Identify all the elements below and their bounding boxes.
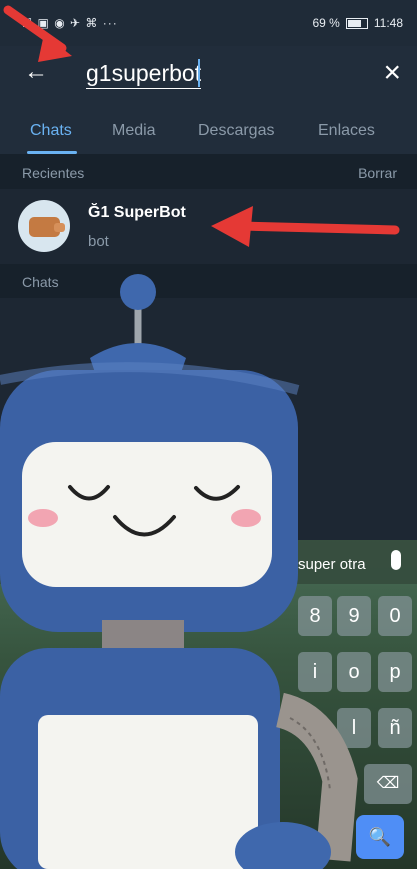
telegram-search-screen: ℍ ▣ ◉ ✈ ⌘ ··· 69 % 11:48 ← g1superbot × …	[0, 0, 417, 869]
battery-percent: 69 %	[312, 16, 340, 30]
keyboard-suggestion-bar: super otra	[0, 540, 417, 584]
clear-recent-button[interactable]: Borrar	[358, 165, 397, 181]
key-p[interactable]: p	[378, 652, 412, 692]
arrow-left-icon[interactable]: ←	[24, 60, 48, 84]
onscreen-keyboard	[0, 540, 417, 869]
wallet-icon	[29, 217, 65, 237]
tab-media[interactable]: Media	[112, 122, 156, 140]
tab-enlaces[interactable]: Enlaces	[318, 122, 375, 140]
key-0[interactable]: 0	[378, 596, 412, 636]
search-key[interactable]: 🔍	[356, 815, 404, 859]
status-bar: ℍ ▣ ◉ ✈ ⌘ ··· 69 % 11:48	[0, 0, 417, 46]
search-input[interactable]: g1superbot	[86, 60, 202, 89]
key-n-tilde[interactable]: ñ	[378, 708, 412, 748]
keyboard-suggestion[interactable]: super otra	[298, 556, 366, 573]
active-tab-indicator	[27, 151, 77, 154]
chat-subtitle: bot	[88, 233, 109, 250]
key-8[interactable]: 8	[298, 596, 332, 636]
status-icons: ℍ ▣ ◉ ✈ ⌘ ···	[22, 16, 118, 30]
battery-icon	[345, 17, 368, 29]
chat-name: Ğ1 SuperBot	[88, 204, 186, 221]
chats-section-title: Chats	[22, 274, 59, 290]
search-tabs: Chats Media Descargas Enlaces	[0, 102, 417, 155]
clock: 11:48	[373, 16, 403, 30]
close-icon[interactable]: ×	[383, 56, 401, 90]
tab-chats[interactable]: Chats	[30, 122, 72, 140]
chat-result-row[interactable]: Ğ1 SuperBot bot	[0, 190, 417, 262]
status-right: 69 % 11:48	[313, 16, 404, 30]
text-cursor	[198, 59, 200, 87]
key-o[interactable]: o	[337, 652, 371, 692]
chats-section-header: Chats	[0, 264, 417, 298]
recent-section-title: Recientes	[22, 165, 85, 181]
microphone-icon[interactable]	[391, 550, 401, 570]
search-bar: ← g1superbot ×	[0, 46, 417, 102]
key-i[interactable]: i	[298, 652, 332, 692]
key-l[interactable]: l	[337, 708, 371, 748]
tab-descargas[interactable]: Descargas	[198, 122, 274, 140]
backspace-key[interactable]: ⌫	[364, 764, 412, 804]
recent-section-header: Recientes Borrar	[0, 155, 417, 189]
avatar	[18, 200, 70, 252]
key-9[interactable]: 9	[337, 596, 371, 636]
